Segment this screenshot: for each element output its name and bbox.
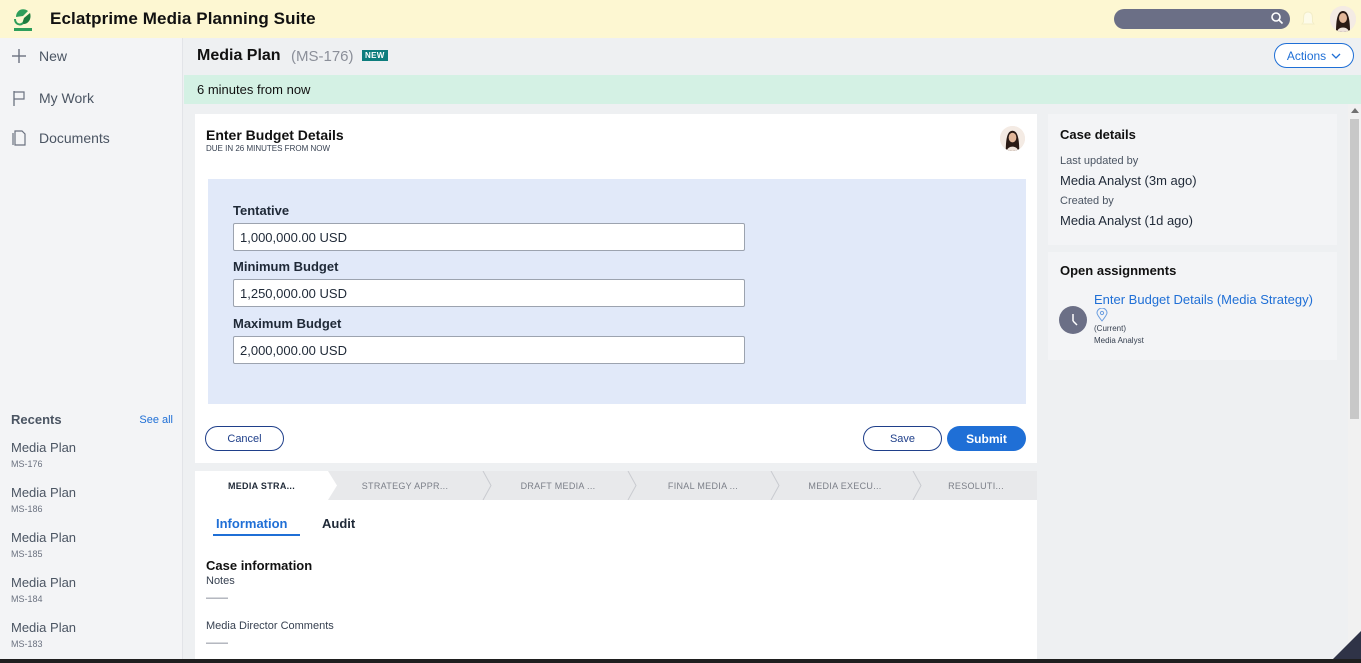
recent-id: MS-183: [11, 639, 43, 649]
recent-id: MS-184: [11, 594, 43, 604]
open-assignments-title: Open assignments: [1060, 263, 1177, 278]
submit-button[interactable]: Submit: [947, 426, 1026, 451]
sidebar: New My Work Documents Recents See all Me…: [0, 38, 183, 663]
chevron-right-icon: [770, 471, 780, 500]
recent-item[interactable]: Media Plan MS-183: [11, 620, 171, 649]
created-by-label: Created by: [1060, 195, 1114, 207]
search-input[interactable]: [1114, 9, 1290, 29]
comments-value: ——: [206, 637, 228, 649]
tab-information[interactable]: Information: [216, 516, 288, 531]
recent-item[interactable]: Media Plan MS-176: [11, 440, 171, 469]
cancel-button[interactable]: Cancel: [205, 426, 284, 451]
sidebar-item-label: New: [39, 48, 68, 64]
chevron-down-icon: [1331, 53, 1341, 59]
flag-icon: [11, 90, 27, 106]
open-assignments-panel: Open assignments Enter Budget Details (M…: [1048, 252, 1337, 360]
case-information-title: Case information: [206, 558, 313, 573]
save-button[interactable]: Save: [863, 426, 942, 451]
plus-icon: [11, 48, 27, 64]
document-icon: [11, 130, 27, 146]
stage-media-execution[interactable]: MEDIA EXECU...: [780, 471, 910, 500]
tab-underline: [213, 534, 300, 536]
assignment-status: (Current): [1094, 324, 1127, 333]
sidebar-item-label: Documents: [39, 130, 110, 146]
recent-id: MS-186: [11, 504, 43, 514]
assignment-card: Enter Budget Details DUE IN 26 MINUTES F…: [195, 114, 1037, 463]
window-bottom-edge: [0, 659, 1361, 663]
stage-bar: MEDIA STRA... STRATEGY APPR... DRAFT MED…: [195, 471, 1037, 500]
chevron-right-icon: [328, 471, 337, 500]
search-icon[interactable]: [1270, 11, 1284, 25]
assignment-title: Enter Budget Details: [206, 127, 344, 143]
case-header: Media Plan (MS-176) NEW Actions: [184, 38, 1361, 75]
actions-button[interactable]: Actions: [1274, 43, 1354, 68]
recent-item[interactable]: Media Plan MS-186: [11, 485, 171, 514]
created-by-value: Media Analyst (1d ago): [1060, 213, 1193, 228]
stage-draft-media[interactable]: DRAFT MEDIA ...: [493, 471, 623, 500]
scrollbar-thumb[interactable]: [1350, 119, 1359, 419]
urgency-banner: 6 minutes from now: [184, 75, 1361, 104]
recent-title: Media Plan: [11, 440, 77, 455]
chevron-right-icon: [627, 471, 637, 500]
notes-value: ——: [206, 592, 228, 604]
recent-id: MS-185: [11, 549, 43, 559]
app-header: Eclatprime Media Planning Suite: [0, 0, 1361, 38]
sidebar-item-my-work[interactable]: My Work: [0, 78, 182, 118]
maximum-budget-label: Maximum Budget: [233, 316, 342, 331]
stage-media-strategy[interactable]: MEDIA STRA...: [195, 471, 328, 500]
case-title: Media Plan: [197, 47, 281, 64]
sidebar-item-new[interactable]: New: [0, 36, 182, 76]
scroll-up-icon[interactable]: [1351, 108, 1359, 113]
assignment-due: DUE IN 26 MINUTES FROM NOW: [206, 144, 331, 153]
recents-header: Recents See all: [11, 412, 173, 427]
banner-text: 6 minutes from now: [197, 82, 311, 97]
chevron-right-icon: [912, 471, 922, 500]
clock-icon: [1059, 306, 1087, 334]
case-info-panel: Information Audit Case information Notes…: [195, 500, 1037, 663]
tentative-field[interactable]: [233, 223, 745, 251]
tab-audit[interactable]: Audit: [322, 516, 355, 531]
minimum-budget-label: Minimum Budget: [233, 259, 339, 274]
recent-title: Media Plan: [11, 620, 77, 635]
recent-title: Media Plan: [11, 575, 77, 590]
recent-item[interactable]: Media Plan MS-184: [11, 575, 171, 604]
app-title: Eclatprime Media Planning Suite: [50, 9, 316, 28]
recent-title: Media Plan: [11, 530, 77, 545]
app-logo-icon[interactable]: [12, 5, 34, 33]
last-updated-value: Media Analyst (3m ago): [1060, 173, 1197, 188]
see-all-link[interactable]: See all: [139, 414, 173, 426]
comments-label: Media Director Comments: [206, 620, 334, 632]
stage-final-media[interactable]: FINAL MEDIA ...: [638, 471, 768, 500]
case-id: (MS-176): [291, 48, 354, 65]
open-assignment-link[interactable]: Enter Budget Details (Media Strategy): [1094, 292, 1313, 307]
budget-form: Tentative Minimum Budget Maximum Budget: [208, 179, 1026, 404]
case-details-panel: Case details Last updated by Media Analy…: [1048, 114, 1337, 245]
user-avatar[interactable]: [1330, 6, 1356, 32]
tentative-label: Tentative: [233, 203, 290, 218]
case-details-title: Case details: [1060, 127, 1136, 142]
last-updated-label: Last updated by: [1060, 155, 1139, 167]
status-badge: NEW: [362, 50, 388, 61]
actions-label: Actions: [1286, 48, 1327, 63]
assignment-assignee: Media Analyst: [1094, 336, 1144, 345]
maximum-budget-field[interactable]: [233, 336, 745, 364]
chevron-right-icon: [482, 471, 492, 500]
stage-strategy-approval[interactable]: STRATEGY APPR...: [340, 471, 470, 500]
recents-title: Recents: [11, 412, 62, 427]
sidebar-item-label: My Work: [39, 90, 94, 106]
scrollbar[interactable]: [1348, 104, 1361, 663]
assignee-avatar[interactable]: [1000, 126, 1025, 151]
sidebar-item-documents[interactable]: Documents: [0, 118, 182, 158]
recent-item[interactable]: Media Plan MS-185: [11, 530, 171, 559]
location-pin-icon: [1096, 308, 1108, 322]
bell-icon[interactable]: [1300, 10, 1316, 28]
stage-resolution[interactable]: RESOLUTI...: [922, 471, 1030, 500]
recent-title: Media Plan: [11, 485, 77, 500]
minimum-budget-field[interactable]: [233, 279, 745, 307]
recent-id: MS-176: [11, 459, 43, 469]
notes-label: Notes: [206, 575, 235, 587]
